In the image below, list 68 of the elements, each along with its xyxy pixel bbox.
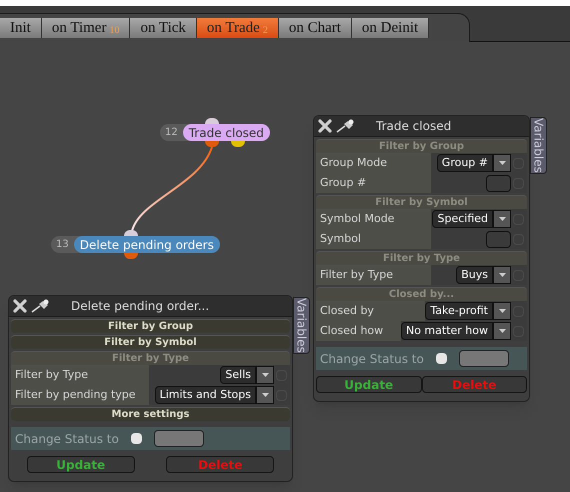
event-tab[interactable]: on Tick	[130, 18, 197, 38]
row-label: Group Mode	[316, 153, 431, 173]
caret-icon	[262, 393, 268, 397]
flow-node[interactable]: 13 Delete pending orders	[51, 236, 220, 253]
caret-icon	[262, 373, 268, 377]
caret-icon	[498, 329, 506, 333]
event-tab[interactable]: on Deinit	[352, 18, 430, 38]
event-tab[interactable]: on Chart	[278, 18, 352, 38]
event-tab[interactable]: Init	[0, 18, 42, 38]
row-label: Filter by Type	[316, 265, 431, 285]
row-label: Symbol	[316, 229, 431, 249]
pin-icon[interactable]	[336, 119, 356, 133]
panel-title: Delete pending order...	[71, 298, 210, 315]
close-icon[interactable]	[13, 299, 27, 313]
dropdown-arrow-button[interactable]	[493, 266, 511, 284]
dropdown-field[interactable]: Specified	[432, 210, 493, 228]
change-status-label: Change Status to	[320, 350, 424, 368]
pin-icon[interactable]	[31, 299, 51, 313]
caret-icon	[498, 217, 506, 221]
panel-title: Trade closed	[376, 118, 452, 135]
row-label: Closed by	[316, 301, 426, 321]
dropdown-field[interactable]: Buys	[456, 266, 493, 284]
input-port[interactable]	[124, 230, 138, 236]
status-color-field[interactable]	[458, 350, 509, 367]
event-tab[interactable]: on Timer 10	[42, 18, 130, 38]
node-label: Delete pending orders	[74, 236, 220, 253]
checkbox[interactable]	[130, 433, 142, 444]
dropdown-field[interactable]: Sells	[220, 366, 256, 384]
dropdown-arrow-button[interactable]	[256, 386, 274, 404]
dropdown-arrow-button[interactable]	[493, 154, 511, 172]
dropdown-arrow-button[interactable]	[493, 302, 511, 320]
dropdown-arrow-button[interactable]	[256, 366, 274, 384]
close-icon[interactable]	[318, 119, 332, 133]
section-header[interactable]: Filter by Symbol	[11, 335, 290, 349]
checkbox[interactable]	[436, 353, 447, 364]
dropdown-field[interactable]: Group #	[436, 154, 493, 172]
caret-icon	[498, 161, 506, 165]
section-header[interactable]: More settings	[11, 407, 290, 421]
dropdown-arrow-button[interactable]	[493, 210, 511, 228]
output-port[interactable]	[231, 141, 245, 147]
row-label: Group #	[316, 173, 431, 193]
change-status-label: Change Status to	[15, 430, 119, 448]
caret-icon	[498, 273, 506, 277]
row-label: Symbol Mode	[316, 209, 431, 229]
dropdown-field[interactable]: No matter how	[400, 322, 493, 340]
row-label: Filter by pending type	[11, 385, 149, 405]
output-port[interactable]	[205, 141, 219, 147]
update-button[interactable]: Update	[316, 376, 422, 393]
update-button[interactable]: Update	[26, 456, 135, 473]
dropdown-field[interactable]: Take-profit	[425, 302, 493, 320]
variables-tab[interactable]: Variables	[530, 117, 547, 174]
input-field[interactable]	[486, 174, 511, 192]
status-color-field[interactable]	[154, 430, 204, 447]
event-tab[interactable]: on Trade 2	[196, 18, 279, 38]
row-label: Filter by Type	[11, 365, 149, 385]
row-label: Closed how	[316, 321, 401, 341]
input-port[interactable]	[205, 118, 219, 124]
section-header[interactable]: Filter by Group	[11, 319, 290, 333]
node-number: 12	[164, 126, 179, 140]
flow-node[interactable]: 12 Trade closed	[160, 124, 270, 141]
node-number: 13	[55, 238, 70, 252]
dropdown-arrow-button[interactable]	[493, 322, 511, 340]
node-label: Trade closed	[182, 124, 270, 141]
output-port[interactable]	[124, 253, 138, 259]
caret-icon	[498, 309, 506, 313]
dropdown-field[interactable]: Limits and Stops	[154, 386, 256, 404]
variables-tab[interactable]: Variables	[293, 297, 310, 354]
input-field[interactable]	[486, 230, 511, 248]
